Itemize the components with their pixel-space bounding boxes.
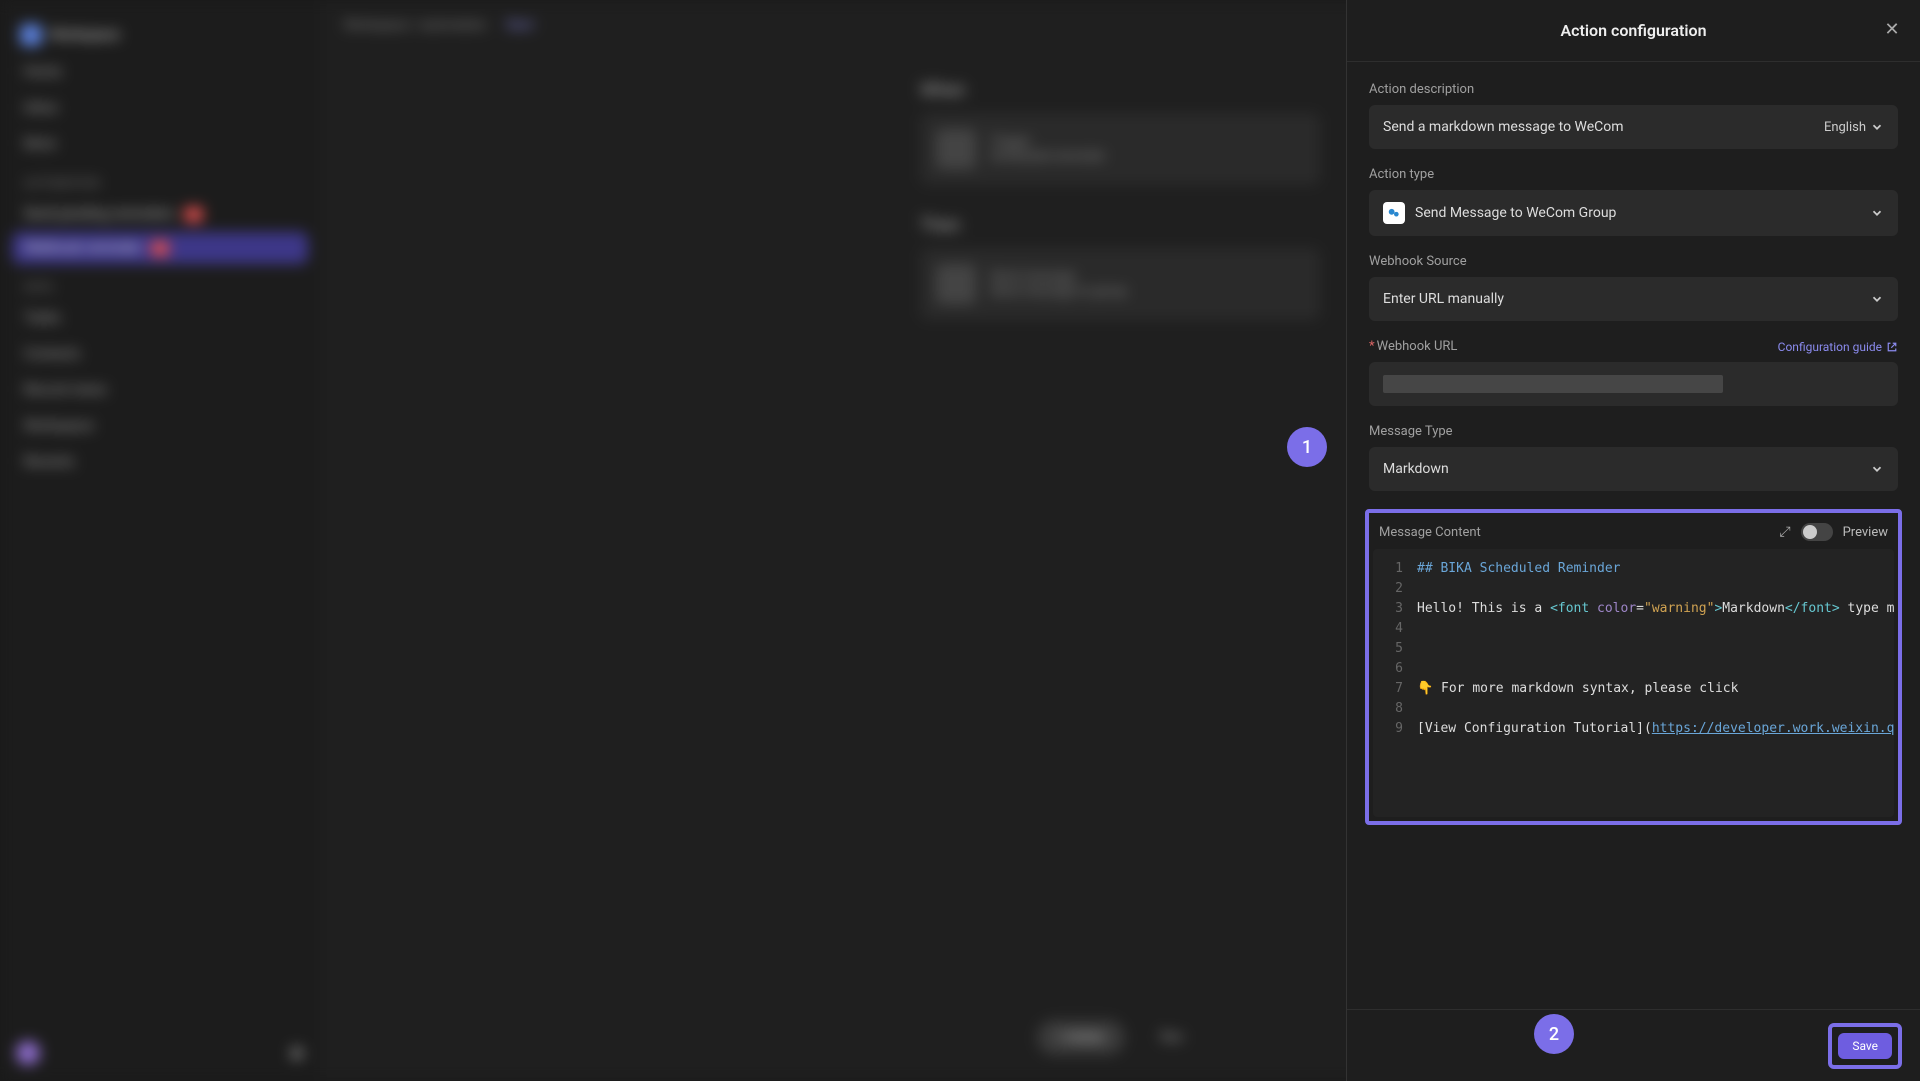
panel-header: Action configuration ✕ xyxy=(1347,0,1920,62)
automation-item[interactable]: Send pending reminders 3 xyxy=(12,198,308,230)
action-type-label: Action type xyxy=(1369,167,1898,182)
message-type-label: Message Type xyxy=(1369,424,1898,439)
webhook-source-select[interactable]: Enter URL manually xyxy=(1369,277,1898,321)
breadcrumb[interactable]: Workspace / automation xyxy=(344,18,487,33)
card-icon xyxy=(936,129,976,169)
webhook-url-header: *Webhook URL Configuration guide xyxy=(1369,339,1898,354)
run-button[interactable]: Run xyxy=(1141,1020,1203,1055)
badge: 3 xyxy=(184,207,202,222)
panel-title: Action configuration xyxy=(1560,21,1706,40)
card-text: Send message Send message to group xyxy=(990,269,1127,299)
nav-inbox[interactable]: Inbox xyxy=(12,90,308,126)
external-link-icon xyxy=(1886,341,1898,353)
chevron-down-icon xyxy=(1870,292,1884,306)
trigger-card[interactable]: Trigger Scheduled reminder xyxy=(920,113,1320,185)
action-card[interactable]: Send message Send message to group xyxy=(920,248,1320,320)
webhook-source-value: Enter URL manually xyxy=(1383,291,1504,307)
data-item[interactable]: Contacts xyxy=(12,336,308,372)
nav-more[interactable]: More xyxy=(12,126,308,162)
action-description-value: Send a markdown message to WeCom xyxy=(1383,119,1624,135)
chevron-down-icon xyxy=(1870,120,1884,134)
language-selector[interactable]: English xyxy=(1824,120,1884,135)
message-content-header: Message Content ⤢ Preview xyxy=(1373,517,1894,549)
panel-footer: Save xyxy=(1347,1009,1920,1081)
workspace-name: Workspace xyxy=(50,27,120,43)
message-content-label: Message Content xyxy=(1379,525,1481,540)
action-description-field[interactable]: Send a markdown message to WeCom English xyxy=(1369,105,1898,149)
close-icon[interactable]: ✕ xyxy=(1882,21,1902,41)
webhook-source-label: Webhook Source xyxy=(1369,254,1898,269)
data-item[interactable]: Recents xyxy=(12,444,308,480)
badge: 1 xyxy=(151,241,169,256)
sidebar: Workspace Home Inbox More Automation Sen… xyxy=(0,0,320,1081)
bottom-actions: + Action Run xyxy=(1037,1020,1203,1055)
flow-cards: When Trigger Scheduled reminder Then Sen… xyxy=(920,80,1320,350)
action-type-value: Send Message to WeCom Group xyxy=(1415,205,1616,221)
data-item[interactable]: Record views xyxy=(12,372,308,408)
save-highlight: Save xyxy=(1828,1023,1902,1069)
add-action-button[interactable]: + Action xyxy=(1037,1020,1125,1055)
preview-toggle[interactable] xyxy=(1801,523,1833,541)
workspace-icon xyxy=(20,24,42,46)
webhook-url-label: *Webhook URL xyxy=(1369,339,1457,354)
data-item[interactable]: Workspace xyxy=(12,408,308,444)
settings-icon[interactable]: ⚙ xyxy=(290,1044,304,1063)
nav-home[interactable]: Home xyxy=(12,54,308,90)
start-button[interactable]: Start xyxy=(506,18,534,33)
save-button[interactable]: Save xyxy=(1838,1033,1892,1059)
avatar[interactable] xyxy=(16,1041,40,1065)
expand-icon[interactable]: ⤢ xyxy=(1779,524,1790,540)
configuration-guide-link[interactable]: Configuration guide xyxy=(1778,340,1898,354)
section-automation: Automation xyxy=(12,162,308,196)
message-type-select[interactable]: Markdown xyxy=(1369,447,1898,491)
panel-body: Action description Send a markdown messa… xyxy=(1347,62,1920,1009)
sidebar-footer: ⚙ xyxy=(16,1041,304,1065)
automation-item-active[interactable]: Webhook reminder 1 xyxy=(12,232,308,264)
redacted-url xyxy=(1383,375,1723,393)
wecom-icon xyxy=(1383,202,1405,224)
chevron-down-icon xyxy=(1870,206,1884,220)
webhook-url-input[interactable] xyxy=(1369,362,1898,406)
action-description-label: Action description xyxy=(1369,82,1898,97)
when-label: When xyxy=(920,80,1320,101)
action-config-panel: Action configuration ✕ Action descriptio… xyxy=(1346,0,1920,1081)
section-data: Data xyxy=(12,266,308,300)
card-icon xyxy=(936,264,976,304)
card-text: Trigger Scheduled reminder xyxy=(990,134,1105,164)
message-content-section: Message Content ⤢ Preview 1## BIKA Sched… xyxy=(1365,509,1902,825)
callout-2: 2 xyxy=(1534,1014,1574,1054)
code-editor[interactable]: 1## BIKA Scheduled Reminder 2 3Hello! Th… xyxy=(1373,549,1894,817)
preview-label: Preview xyxy=(1843,525,1888,540)
data-item[interactable]: Tasks xyxy=(12,300,308,336)
chevron-down-icon xyxy=(1870,462,1884,476)
callout-1: 1 xyxy=(1287,427,1327,467)
action-type-select[interactable]: Send Message to WeCom Group xyxy=(1369,190,1898,236)
message-type-value: Markdown xyxy=(1383,461,1449,477)
workspace-header[interactable]: Workspace xyxy=(12,16,308,54)
then-label: Then xyxy=(920,215,1320,236)
